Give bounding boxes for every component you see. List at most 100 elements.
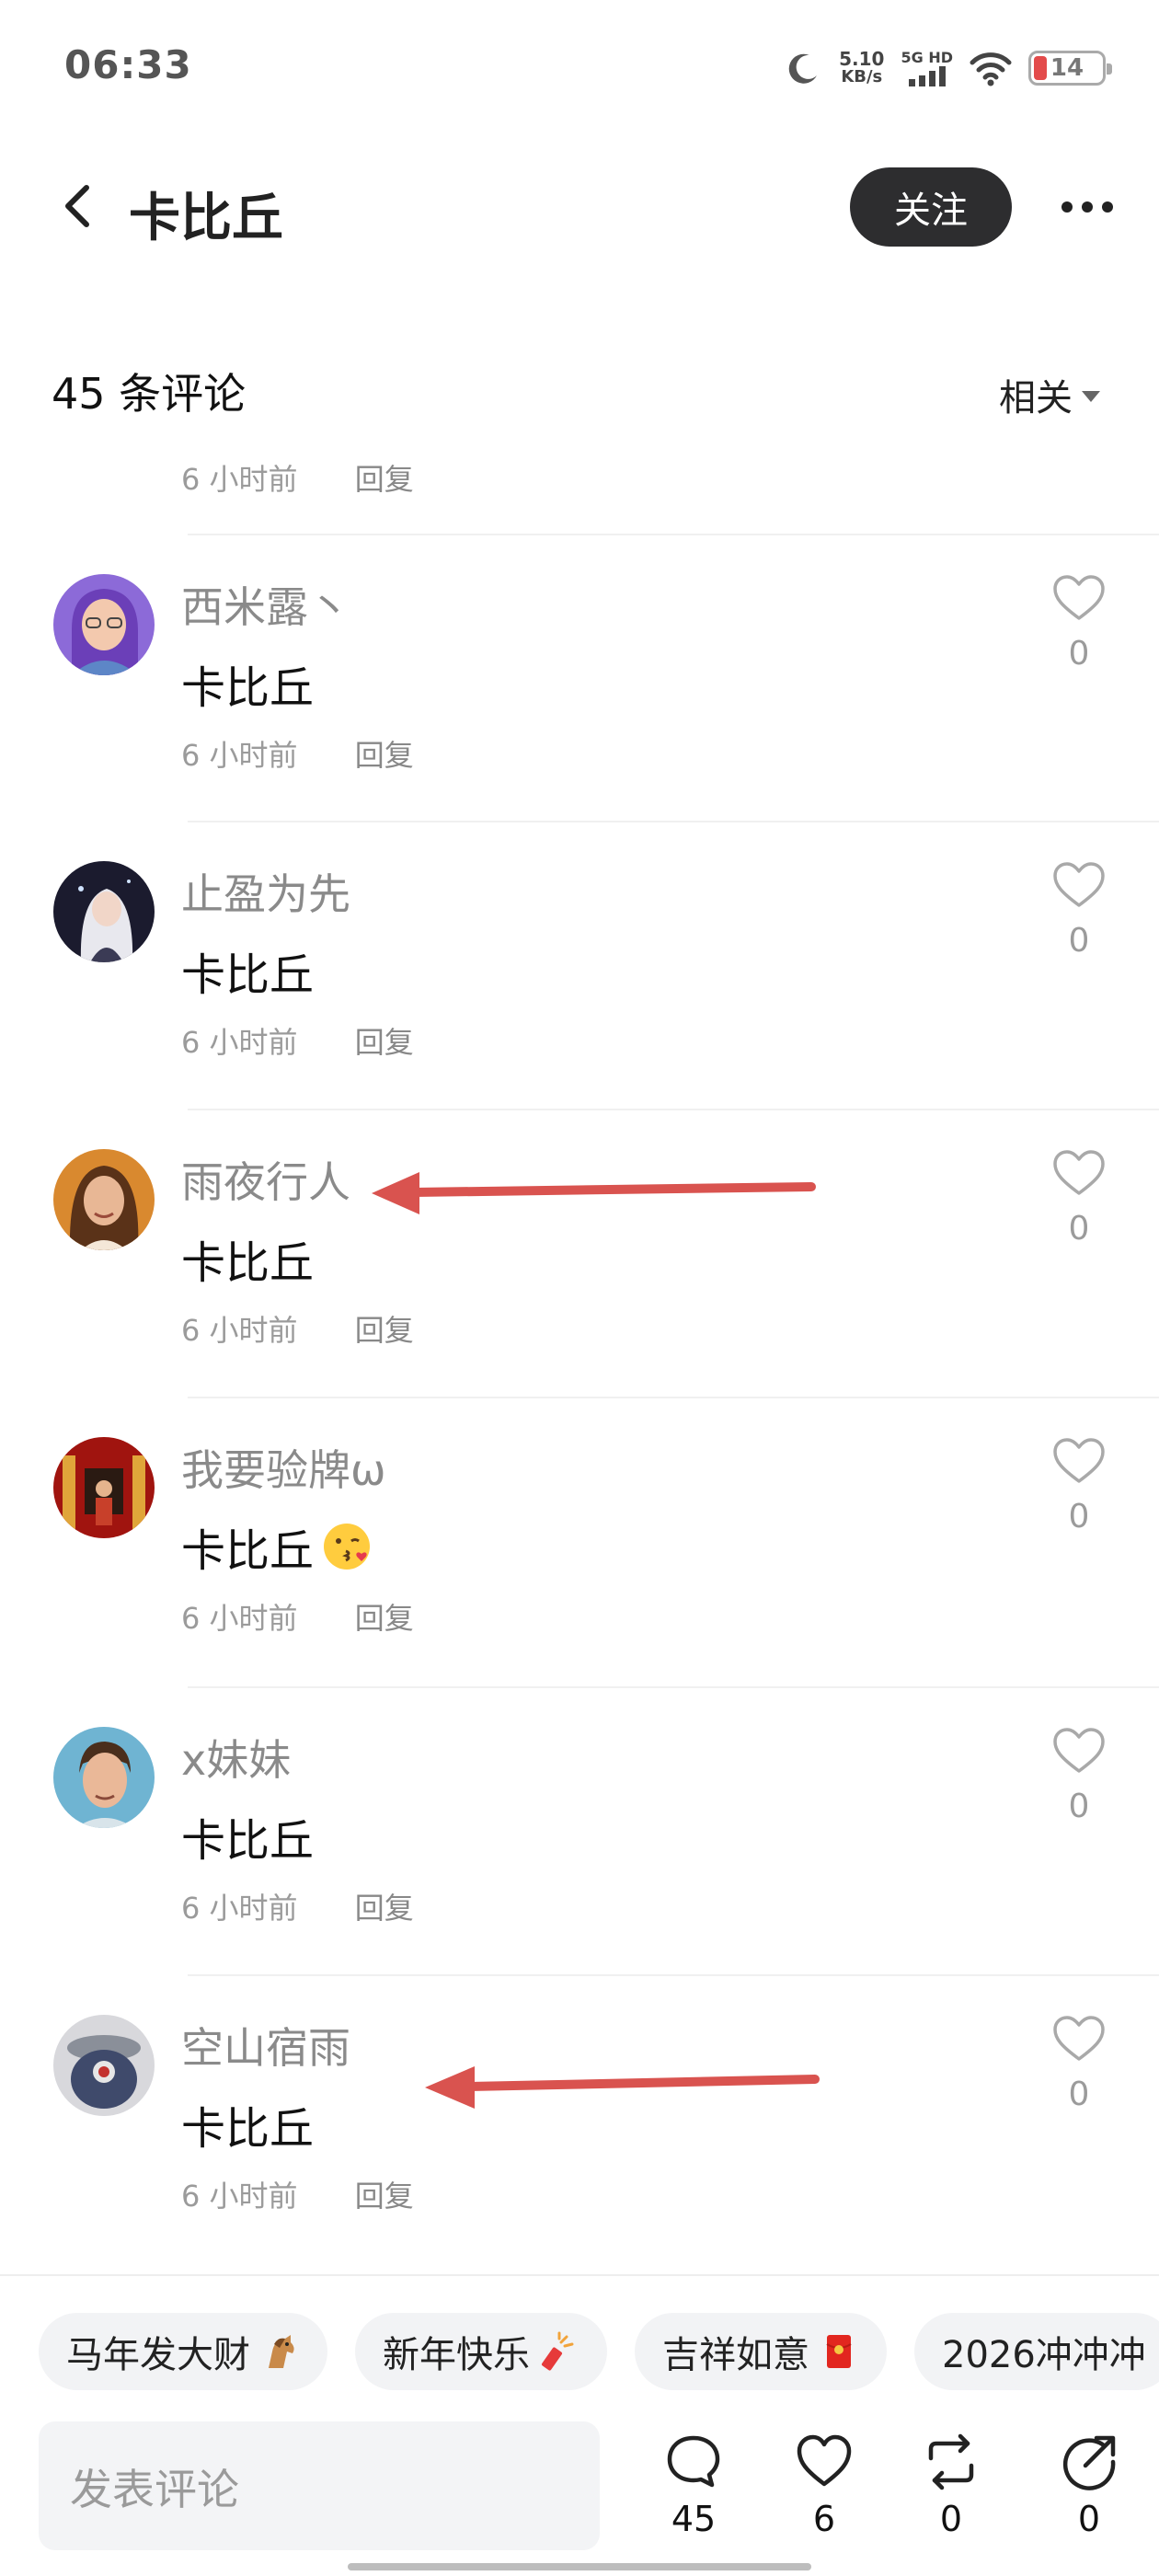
comment-text: 卡比丘: [181, 2103, 315, 2155]
wifi-icon: [970, 52, 1012, 86]
comment-time: 6 小时前: [181, 2179, 298, 2214]
divider: [188, 534, 1159, 535]
comments-count: 45: [671, 2499, 717, 2539]
divider: [188, 821, 1159, 822]
divider: [188, 1974, 1159, 1976]
comment-time: 6 小时前: [181, 1891, 298, 1926]
share-action[interactable]: 0: [1043, 2432, 1135, 2552]
comment-username[interactable]: 雨夜行人: [181, 1149, 350, 1210]
back-arrow-icon[interactable]: [52, 178, 107, 234]
comment-input[interactable]: 发表评论: [39, 2421, 600, 2550]
status-icons: 5.10 KB/s 5G HD 14: [786, 42, 1112, 94]
heart-icon[interactable]: [1052, 861, 1106, 909]
comment-time: 6 小时前: [181, 1313, 298, 1348]
repost-action[interactable]: 0: [905, 2432, 997, 2552]
comment-item: x妹妹 卡比丘 6 小时前 回复 0: [0, 1686, 1159, 1973]
reposts-count: 0: [939, 2499, 963, 2539]
comment-item: 空山宿雨 卡比丘 6 小时前 回复 0: [0, 1974, 1159, 2261]
comment-username[interactable]: 西米露丶: [181, 574, 350, 635]
avatar[interactable]: [53, 1437, 155, 1538]
comment-time: 6 小时前: [181, 738, 298, 773]
like-count: 0: [1068, 1498, 1090, 1535]
like-action[interactable]: 6: [778, 2432, 870, 2552]
moon-icon: [788, 53, 818, 84]
signal-bars-icon: [908, 66, 946, 86]
status-time: 06:33: [64, 42, 192, 87]
cell-signal: 5G HD: [901, 50, 953, 86]
divider: [188, 1686, 1159, 1688]
page-title: 卡比丘: [129, 189, 283, 248]
comment-text: 卡比丘: [181, 1237, 315, 1289]
comment-text: 卡比丘: [181, 1815, 315, 1867]
follow-button[interactable]: 关注: [850, 167, 1012, 247]
comment-item: 止盈为先 卡比丘 6 小时前 回复 0: [0, 821, 1159, 1108]
comment-item: 西米露丶 卡比丘 6 小时前 回复 0: [0, 534, 1159, 821]
partial-comment-meta: 6 小时前 回复: [181, 462, 414, 497]
reply-button[interactable]: 回复: [355, 1025, 414, 1060]
red-envelope-icon: [826, 2335, 852, 2368]
comment-text: 卡比丘: [181, 662, 315, 714]
comment-count: 45 条评论: [52, 369, 247, 419]
comment-username[interactable]: 我要验牌ω: [181, 1437, 386, 1498]
comment-time: 6 小时前: [181, 1025, 298, 1060]
heart-icon[interactable]: [1052, 1437, 1106, 1485]
heart-icon[interactable]: [1052, 1149, 1106, 1197]
status-bar: 06:33 5.10 KB/s 5G HD 14: [0, 0, 1159, 138]
page-header: 卡比丘 关注: [0, 156, 1159, 258]
quick-chip[interactable]: 吉祥如意: [635, 2313, 887, 2390]
like-count: 0: [1068, 1788, 1090, 1825]
sort-dropdown[interactable]: 相关: [999, 368, 1100, 421]
comment-text: 卡比丘: [181, 949, 315, 1001]
comment-text: 卡比丘: [181, 1514, 373, 1579]
network-speed: 5.10 KB/s: [839, 48, 885, 86]
comment-username[interactable]: 止盈为先: [181, 861, 350, 922]
divider: [188, 1397, 1159, 1398]
like-count: 0: [1068, 2076, 1090, 2113]
comment-username[interactable]: 空山宿雨: [181, 2015, 350, 2076]
comment-meta: 6 小时前 回复: [181, 1595, 414, 1638]
reply-button[interactable]: 回复: [355, 462, 414, 497]
reply-button[interactable]: 回复: [355, 738, 414, 773]
reply-button[interactable]: 回复: [355, 1891, 414, 1926]
divider: [188, 1109, 1159, 1110]
firecracker-icon: [541, 2331, 574, 2371]
comment-meta: 6 小时前 回复: [181, 732, 414, 775]
avatar[interactable]: [53, 2015, 155, 2116]
share-icon: [1062, 2435, 1116, 2490]
comment-username[interactable]: x妹妹: [181, 1727, 291, 1788]
comment-item: 我要验牌ω 卡比丘 6 小时前 回复 0: [0, 1397, 1159, 1684]
avatar[interactable]: [53, 861, 155, 962]
avatar[interactable]: [53, 1727, 155, 1828]
like-count: 0: [1068, 635, 1090, 673]
avatar[interactable]: [53, 574, 155, 675]
comment-bubble-icon: [667, 2435, 720, 2488]
reply-button[interactable]: 回复: [355, 2179, 414, 2214]
likes-count: 6: [812, 2499, 836, 2539]
caret-down-icon: [1082, 391, 1100, 402]
heart-icon[interactable]: [1052, 574, 1106, 622]
heart-icon: [797, 2434, 852, 2487]
comment-meta: 6 小时前 回复: [181, 1307, 414, 1350]
avatar[interactable]: [53, 1149, 155, 1250]
kiss-face-emoji-icon: [324, 1524, 371, 1570]
comment-meta: 6 小时前 回复: [181, 1885, 414, 1927]
repost-icon: [928, 2433, 974, 2490]
like-count: 0: [1068, 922, 1090, 960]
quick-reply-chips: 马年发大财 新年快乐 吉祥如意 2026冲冲冲: [39, 2313, 1159, 2390]
comments-action[interactable]: 45: [648, 2432, 740, 2552]
comment-meta: 6 小时前 回复: [181, 1019, 414, 1062]
heart-icon[interactable]: [1052, 2015, 1106, 2063]
heart-icon[interactable]: [1052, 1727, 1106, 1775]
reply-button[interactable]: 回复: [355, 1313, 414, 1348]
divider: [0, 2274, 1159, 2276]
reply-button[interactable]: 回复: [355, 1601, 414, 1636]
quick-chip[interactable]: 2026冲冲冲: [914, 2313, 1159, 2390]
comment-meta: 6 小时前 回复: [181, 2173, 414, 2215]
horse-icon: [269, 2335, 294, 2368]
sort-label: 相关: [999, 377, 1073, 420]
comment-time: 6 小时前: [181, 1601, 298, 1636]
home-indicator[interactable]: [348, 2563, 811, 2570]
quick-chip[interactable]: 马年发大财: [39, 2313, 327, 2390]
more-options-icon[interactable]: [1058, 184, 1117, 230]
quick-chip[interactable]: 新年快乐: [355, 2313, 607, 2390]
